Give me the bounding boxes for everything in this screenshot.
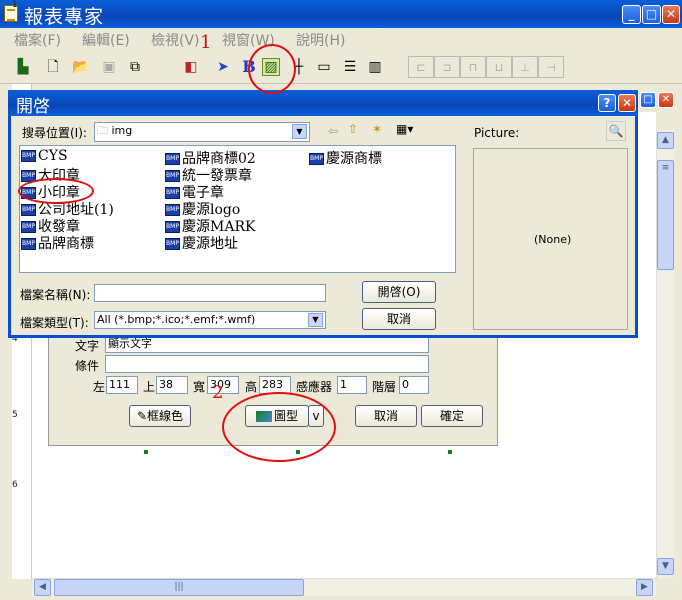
new-file-icon[interactable]: 🗋 [42,56,64,78]
sensor-spinner[interactable]: 1 [337,376,367,394]
vertical-scrollbar[interactable]: ▲ ≡ ▼ [656,130,674,578]
layer-label: 階層 [372,380,397,394]
align-center-icon[interactable]: ⊥ [512,56,538,78]
scroll-right-icon[interactable]: ▶ [636,579,653,596]
menu-help[interactable]: 說明(H) [296,30,345,50]
align-left-icon[interactable]: ⊏ [408,56,434,78]
rectangle-icon[interactable]: ▭ [313,56,335,78]
scroll-thumb[interactable]: ≡ [657,160,674,270]
align-right-icon[interactable]: ⊐ [434,56,460,78]
left-field[interactable]: 111 [106,376,138,394]
hscroll-thumb[interactable]: ||| [54,579,304,596]
list-item[interactable]: BMP 慶源商標 [309,148,382,168]
height-label: 高 [245,380,258,394]
align-middle-icon[interactable]: ⊣ [538,56,564,78]
main-title-bar: 報表專家 _ □ ✕ [0,0,682,28]
scroll-left-icon[interactable]: ◀ [34,579,51,596]
top-field[interactable]: 38 [156,376,188,394]
minimize-button[interactable]: _ [622,5,641,24]
annotation-circle [222,392,336,462]
preview-zoom-icon[interactable]: 🔍 [606,121,626,141]
picture-label: Picture: [474,126,520,140]
layer-spinner[interactable]: 0 [399,376,429,394]
list-item[interactable]: BMP 慶源地址 [165,233,238,253]
ruler-tick-5: 5 [12,410,18,420]
file-list[interactable]: BMP CYS BMP 大印章 BMP 小印章 BMP 公司地址(1) BMP 收發章 B… [19,145,456,273]
annotation-circle [18,178,94,204]
child-close-button[interactable]: ✕ [658,92,674,108]
toolbar: ▙ 🗋 📂 ▣ ⧉ ◧ ➤ B ▨ ┼ ▭ ☰ ▥ ⊏ ⊐ ⊓ ⊔ ⊥ ⊣ [0,50,682,84]
filetype-label: 檔案類型(T): [20,316,89,330]
lookin-select[interactable]: 🗀 img ▼ [94,122,310,142]
child-maximize-button[interactable]: □ [640,92,656,108]
resize-handle[interactable] [448,450,452,454]
open-dialog-title-bar: 開啓 ? ✕ [8,90,638,117]
app-title: 報表專家 [24,6,105,28]
menu-file[interactable]: 檔案(F) [14,30,61,50]
open-button[interactable]: 開啓(O) [362,281,436,303]
prop-ok-button[interactable]: 確定 [421,405,483,427]
list-item[interactable]: BMP 品牌商標 [21,233,94,253]
prop-cancel-button[interactable]: 取消 [355,405,417,427]
annotation-number-2: 2 [212,382,224,403]
view-menu-icon[interactable]: ▦▾ [396,122,413,136]
close-button[interactable]: ✕ [662,5,680,24]
scroll-down-icon[interactable]: ▼ [657,558,674,575]
pointer-icon[interactable]: ➤ [212,56,234,78]
text-block-icon[interactable]: ☰ [339,56,361,78]
filetype-select[interactable]: All (*.bmp;*.ico;*.emf;*.wmf) ▼ [94,311,326,329]
chevron-down-icon[interactable]: ▼ [292,124,307,139]
menu-view[interactable]: 檢視(V) [151,30,200,50]
back-icon[interactable]: ⇦ [328,124,338,138]
menu-bar: 檔案(F) 編輯(E) 檢視(V) 視窗(W) 說明(H) [0,28,682,50]
help-button[interactable]: ? [598,94,616,112]
menu-edit[interactable]: 編輯(E) [82,30,130,50]
dialog-close-button[interactable]: ✕ [618,94,636,112]
resize-handle[interactable] [144,450,148,454]
ruler-tick-6: 6 [12,480,18,490]
picture-preview: (None) [473,148,628,330]
border-color-button[interactable]: ✎框線色 [129,405,191,427]
border-color-icon: ✎ [136,409,148,423]
condition-label: 條件 [75,359,100,373]
folder-icon: 🗀 [97,124,108,137]
up-folder-icon[interactable]: ⇧ [348,122,358,136]
align-top-icon[interactable]: ⊓ [460,56,486,78]
lookin-label: 搜尋位置(I): [22,126,87,140]
chevron-down-icon[interactable]: ▼ [308,313,323,327]
preview-text: (None) [534,233,572,246]
left-label: 左 [93,380,106,394]
new-folder-icon[interactable]: ✶ [372,122,382,136]
report-icon[interactable]: ▙ [12,56,34,78]
horizontal-scrollbar[interactable]: ◀ ||| ▶ [32,578,656,596]
open-folder-icon[interactable]: 📂 [70,56,92,78]
copy-icon[interactable]: ⧉ [124,56,146,78]
annotation-circle [248,44,296,94]
list-item[interactable]: BMP CYS [21,148,68,164]
dialog-cancel-button[interactable]: 取消 [362,308,436,330]
condition-field[interactable] [105,355,429,373]
filename-input[interactable] [94,284,326,302]
save-icon[interactable]: ▣ [98,56,120,78]
width-label: 寬 [193,380,206,394]
annotation-number-1: 1 [200,32,212,53]
open-dialog-title: 開啓 [16,97,50,117]
align-bottom-icon[interactable]: ⊔ [486,56,512,78]
maximize-button[interactable]: □ [642,5,661,24]
palette-icon[interactable]: ◧ [180,56,202,78]
text-label: 文字 [75,339,100,353]
barcode-icon[interactable]: ▥ [364,56,386,78]
top-label: 上 [143,380,156,394]
scroll-up-icon[interactable]: ▲ [657,132,674,149]
sensor-label: 感應器 [296,380,333,394]
filename-label: 檔案名稱(N): [20,288,91,302]
